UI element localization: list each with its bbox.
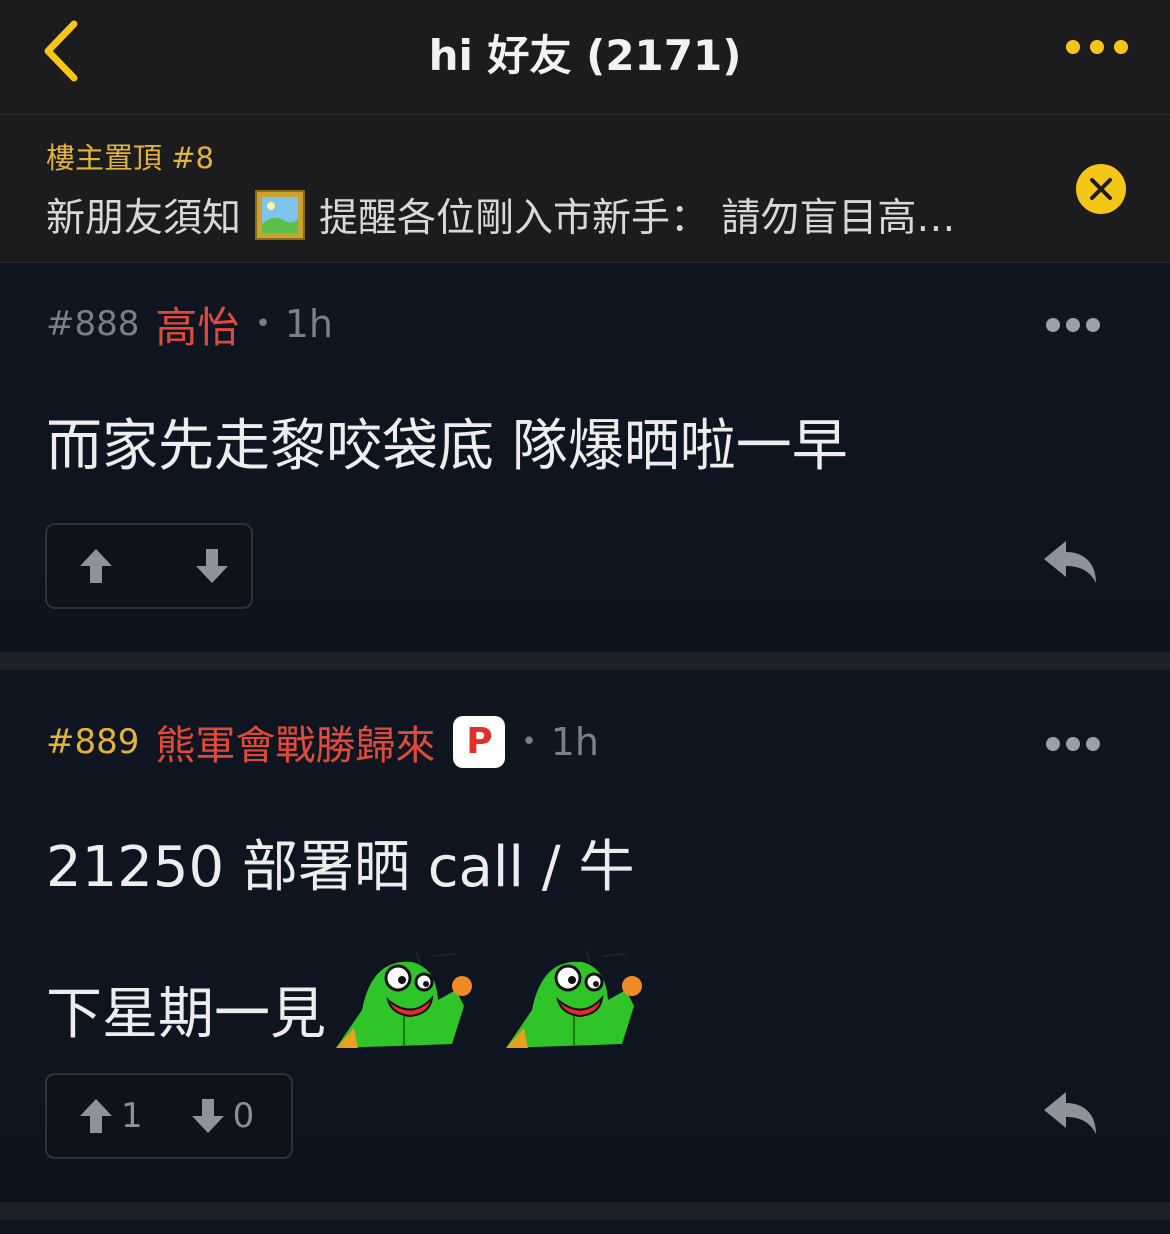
- downvote-button[interactable]: 0: [191, 1096, 255, 1136]
- vote-box: [45, 523, 253, 609]
- green-frog-flex-emoji: [336, 950, 472, 1048]
- upvote-button[interactable]: 1: [79, 1096, 143, 1136]
- floor-number: #889: [46, 722, 140, 762]
- separator-dot: •: [255, 309, 271, 339]
- post-content-text: 下星期一見: [46, 982, 326, 1047]
- dot-icon: [1066, 737, 1080, 751]
- more-options-button[interactable]: [1062, 36, 1136, 60]
- post-more-button[interactable]: [1046, 734, 1104, 754]
- framed-picture-icon: [255, 190, 306, 240]
- reply-button[interactable]: [1040, 537, 1100, 587]
- post-more-button[interactable]: [1046, 315, 1104, 335]
- dot-icon: [1086, 318, 1100, 332]
- reply-icon: [1044, 541, 1096, 583]
- close-pinned-button[interactable]: [1076, 164, 1126, 214]
- dot-icon: [1114, 40, 1128, 54]
- arrow-down-icon: [191, 1099, 224, 1133]
- page-title: hi 好友 (2171): [428, 31, 742, 80]
- dot-icon: [1086, 737, 1100, 751]
- upvote-count: 1: [121, 1096, 143, 1136]
- reply-button[interactable]: [1040, 1088, 1100, 1138]
- dot-icon: [1090, 40, 1104, 54]
- post-meta: #889 熊軍會戰勝歸來 P • 1h: [46, 713, 599, 771]
- author-name[interactable]: 高怡: [155, 294, 239, 355]
- upvote-button[interactable]: [79, 547, 121, 585]
- post-content-line-1: 21250 部署晒 call / 牛: [46, 835, 635, 900]
- dot-icon: [1066, 318, 1080, 332]
- green-frog-flex-emoji: [506, 950, 642, 1048]
- pinned-post-banner[interactable]: 樓主置頂 #8 新朋友須知 提醒各位剛入市新手： 請勿盲目高…: [0, 115, 1170, 263]
- post-time: 1h: [284, 302, 334, 346]
- top-bar: hi 好友 (2171): [0, 0, 1170, 115]
- reply-icon: [1044, 1092, 1096, 1134]
- arrow-down-icon: [196, 549, 228, 583]
- author-name[interactable]: 熊軍會戰勝歸來: [155, 713, 435, 771]
- post-content-line-2: 下星期一見: [46, 950, 642, 1050]
- post-889: #889 熊軍會戰勝歸來 P • 1h 21250 部署晒 call / 牛 下…: [0, 670, 1170, 1202]
- pinned-text-end: 提醒各位剛入市新手： 請勿盲目高…: [319, 196, 956, 241]
- pinned-text-start: 新朋友須知: [46, 196, 242, 241]
- separator-dot: •: [521, 727, 537, 757]
- pinned-text: 新朋友須知 提醒各位剛入市新手： 請勿盲目高…: [46, 187, 1026, 243]
- post-time: 1h: [550, 720, 599, 764]
- post-meta: #888 高怡 • 1h: [46, 299, 334, 352]
- post-888: #888 高怡 • 1h 而家先走黎咬袋底 隊爆晒啦一早: [0, 263, 1170, 652]
- dot-icon: [1046, 318, 1060, 332]
- floor-number: #888: [46, 304, 140, 344]
- author-badge: P: [453, 716, 506, 768]
- downvote-count: 0: [232, 1096, 255, 1136]
- dot-icon: [1046, 737, 1060, 751]
- pinned-label: 樓主置頂 #8: [46, 141, 214, 175]
- arrow-up-icon: [80, 1099, 112, 1133]
- downvote-button[interactable]: [195, 547, 237, 585]
- close-icon: [1090, 178, 1112, 200]
- post-divider: [0, 652, 1170, 670]
- vote-box: 1 0: [45, 1073, 293, 1159]
- post-content: 而家先走黎咬袋底 隊爆晒啦一早: [46, 414, 848, 479]
- dot-icon: [1066, 40, 1080, 54]
- post-divider: [0, 1202, 1170, 1220]
- arrow-up-icon: [80, 549, 112, 583]
